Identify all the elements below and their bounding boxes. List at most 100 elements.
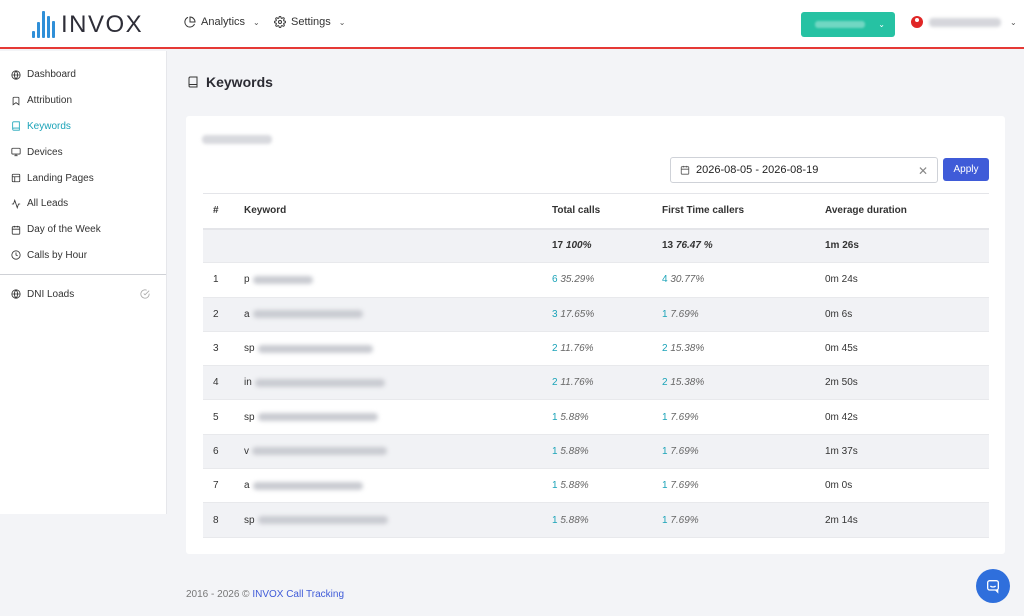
sidebar-item-label: Attribution bbox=[27, 95, 73, 107]
sidebar-item-label: Day of the Week bbox=[27, 224, 101, 236]
first-time-callers-cell: 4 30.77% bbox=[662, 263, 825, 297]
table-row: 6v1 5.88% 1 7.69% 1m 37s bbox=[203, 434, 989, 469]
calendar-icon bbox=[11, 225, 21, 235]
keyword-text: sp bbox=[244, 411, 255, 423]
account-selector-button[interactable]: ⌄ bbox=[801, 12, 895, 37]
sidebar-item-all-leads[interactable]: All Leads bbox=[0, 191, 166, 217]
first-time-callers-cell: 1 7.69% bbox=[662, 469, 825, 503]
chevron-down-icon: ⌄ bbox=[253, 17, 260, 27]
table-row: 2a3 17.65% 1 7.69% 0m 6s bbox=[203, 297, 989, 332]
calendar-icon bbox=[680, 165, 690, 175]
total-calls-cell: 3 17.65% bbox=[552, 297, 662, 331]
sidebar-item-calls-by-hour[interactable]: Calls by Hour bbox=[0, 243, 166, 269]
total-calls-link[interactable]: 2 bbox=[552, 343, 558, 354]
keyword-redacted bbox=[252, 481, 363, 490]
sidebar-item-landing-pages[interactable]: Landing Pages bbox=[0, 165, 166, 191]
column-header-number[interactable]: # bbox=[203, 194, 244, 229]
keyword-redacted bbox=[252, 447, 387, 456]
total-calls-link[interactable]: 1 bbox=[552, 480, 558, 491]
first-time-callers-link[interactable]: 1 bbox=[662, 412, 668, 423]
date-range-input[interactable]: 2026-08-05 - 2026-08-19 ✕ bbox=[670, 157, 938, 183]
total-calls-link[interactable]: 1 bbox=[552, 515, 558, 526]
total-calls-link[interactable]: 3 bbox=[552, 309, 558, 320]
row-number: 5 bbox=[213, 411, 219, 423]
column-header-keyword[interactable]: Keyword bbox=[244, 194, 552, 229]
sidebar-divider bbox=[0, 274, 166, 276]
total-calls-link[interactable]: 1 bbox=[552, 412, 558, 423]
nav-settings[interactable]: Settings ⌄ bbox=[274, 16, 345, 28]
first-time-callers-cell: 2 15.38% bbox=[662, 366, 825, 400]
average-duration-cell: 2m 14s bbox=[825, 514, 858, 526]
total-calls-percent: 5.88% bbox=[560, 514, 589, 526]
summary-average-duration: 1m 26s bbox=[825, 240, 859, 252]
layout-icon bbox=[11, 173, 21, 183]
clear-icon[interactable]: ✕ bbox=[918, 164, 928, 178]
total-calls-cell: 2 11.76% bbox=[552, 331, 662, 365]
keyword-text: a bbox=[244, 480, 250, 492]
total-calls-percent: 5.88% bbox=[560, 411, 589, 423]
first-time-callers-percent: 7.69% bbox=[670, 480, 699, 492]
first-time-callers-link[interactable]: 1 bbox=[662, 446, 668, 457]
table-row: 1p6 35.29% 4 30.77% 0m 24s bbox=[203, 263, 989, 298]
footer-brand-link[interactable]: INVOX Call Tracking bbox=[252, 589, 344, 600]
first-time-callers-link[interactable]: 1 bbox=[662, 309, 668, 320]
sidebar-item-label: Devices bbox=[27, 146, 63, 158]
average-duration-cell: 1m 37s bbox=[825, 445, 858, 457]
total-calls-cell: 6 35.29% bbox=[552, 263, 662, 297]
row-number: 3 bbox=[213, 343, 219, 355]
keyword-text: a bbox=[244, 308, 250, 320]
sidebar-item-dni-loads[interactable]: DNI Loads bbox=[0, 281, 166, 307]
sidebar-item-keywords[interactable]: Keywords bbox=[0, 114, 166, 140]
sidebar-item-attribution[interactable]: Attribution bbox=[0, 88, 166, 114]
user-name-redacted bbox=[929, 17, 1001, 27]
first-time-callers-cell: 1 7.69% bbox=[662, 503, 825, 537]
monitor-icon bbox=[11, 148, 21, 157]
keyword-cell: sp bbox=[244, 331, 552, 365]
keyword-cell: a bbox=[244, 297, 552, 331]
keyword-text: in bbox=[244, 377, 252, 389]
sidebar-item-label: Landing Pages bbox=[27, 172, 94, 184]
nav-analytics[interactable]: Analytics ⌄ bbox=[184, 16, 260, 28]
first-time-callers-link[interactable]: 1 bbox=[662, 480, 668, 491]
keyword-cell: v bbox=[244, 434, 552, 468]
sidebar-item-label: Calls by Hour bbox=[27, 249, 88, 261]
logo-text: INVOX bbox=[61, 11, 144, 38]
first-time-callers-percent: 15.38% bbox=[670, 343, 705, 355]
column-header-average-duration[interactable]: Average duration bbox=[825, 194, 989, 229]
average-duration-cell: 0m 0s bbox=[825, 480, 853, 492]
first-time-callers-percent: 7.69% bbox=[670, 411, 699, 423]
apply-button[interactable]: Apply bbox=[943, 158, 989, 181]
total-calls-link[interactable]: 6 bbox=[552, 274, 558, 285]
invox-logo[interactable]: INVOX bbox=[32, 11, 143, 38]
sidebar-item-dashboard[interactable]: Dashboard bbox=[0, 62, 166, 88]
sidebar-item-devices[interactable]: Devices bbox=[0, 139, 166, 165]
row-number: 8 bbox=[213, 514, 219, 526]
total-calls-percent: 5.88% bbox=[560, 445, 589, 457]
keyword-cell: p bbox=[244, 263, 552, 297]
column-header-total-calls[interactable]: Total calls bbox=[552, 194, 662, 229]
check-circle-icon bbox=[140, 289, 150, 299]
footer: 2016 - 2026 © INVOX Call Tracking bbox=[186, 589, 344, 600]
first-time-callers-link[interactable]: 2 bbox=[662, 377, 668, 388]
total-calls-link[interactable]: 2 bbox=[552, 377, 558, 388]
bookmark-icon bbox=[12, 96, 20, 106]
first-time-callers-link[interactable]: 4 bbox=[662, 274, 668, 285]
account-name-redacted bbox=[815, 21, 865, 28]
sidebar-item-label: Dashboard bbox=[27, 69, 76, 81]
sidebar-item-label: Keywords bbox=[27, 120, 71, 132]
average-duration-cell: 0m 6s bbox=[825, 308, 853, 320]
chat-widget-button[interactable] bbox=[976, 569, 1010, 603]
keyword-cell: in bbox=[244, 366, 552, 400]
sidebar-item-day-of-week[interactable]: Day of the Week bbox=[0, 217, 166, 243]
user-menu[interactable]: ⌄ bbox=[911, 16, 1017, 28]
summary-first-time-callers: 13 76.47 % bbox=[662, 240, 713, 252]
total-calls-link[interactable]: 1 bbox=[552, 446, 558, 457]
column-header-first-time-callers[interactable]: First Time callers bbox=[662, 194, 825, 229]
first-time-callers-link[interactable]: 2 bbox=[662, 343, 668, 354]
first-time-callers-link[interactable]: 1 bbox=[662, 515, 668, 526]
row-number: 1 bbox=[213, 274, 219, 286]
row-number: 7 bbox=[213, 480, 219, 492]
first-time-callers-cell: 1 7.69% bbox=[662, 434, 825, 468]
account-subtitle-redacted bbox=[202, 135, 272, 144]
chevron-down-icon: ⌄ bbox=[878, 20, 885, 29]
